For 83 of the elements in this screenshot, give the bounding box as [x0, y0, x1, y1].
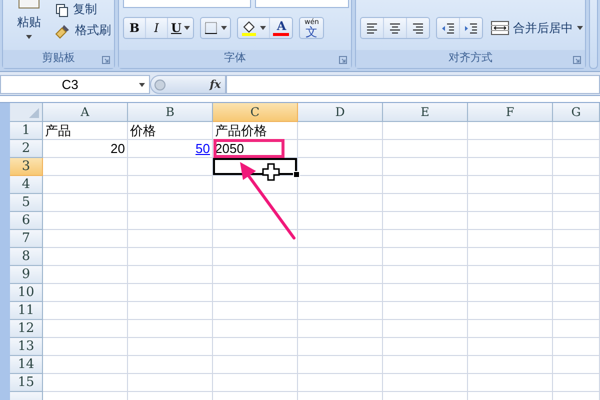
name-box[interactable]: C3	[0, 75, 150, 94]
table-cell: 20	[43, 140, 128, 158]
circle-handle-icon[interactable]	[154, 78, 166, 90]
insert-function-button[interactable]: fx	[210, 78, 221, 91]
row-header[interactable]: 10	[10, 284, 43, 302]
column-header[interactable]: E	[383, 103, 468, 122]
table-cell	[553, 212, 600, 230]
row-header[interactable]: 13	[10, 338, 43, 356]
row-header[interactable]: 7	[10, 230, 43, 248]
table-cell	[553, 302, 600, 320]
table-cell	[553, 374, 600, 392]
caret-icon	[221, 26, 228, 30]
column-header[interactable]: D	[298, 103, 383, 122]
caret-icon	[577, 26, 583, 30]
formula-field[interactable]	[226, 75, 600, 94]
merge-cells-icon	[491, 21, 509, 35]
row-header[interactable]: 12	[10, 320, 43, 338]
table-cell: 2050	[213, 140, 298, 158]
row-header[interactable]: 15	[10, 374, 43, 392]
fill-handle[interactable]	[293, 171, 300, 178]
row-header[interactable]: 8	[10, 248, 43, 266]
table-cell	[553, 248, 600, 266]
border-icon	[204, 21, 218, 35]
table-cell: 产品价格	[213, 122, 298, 140]
cursor-cross-icon	[262, 163, 280, 181]
table-cell: 价格	[128, 122, 213, 140]
triangle-icon	[29, 108, 39, 118]
copy-icon	[55, 2, 69, 16]
caret-icon	[184, 26, 190, 30]
row-header[interactable]: 3	[10, 158, 43, 176]
column-header[interactable]: C	[213, 103, 298, 122]
select-all-corner[interactable]	[10, 103, 43, 122]
table-cell	[553, 140, 600, 158]
clipboard-icon	[17, 0, 41, 10]
column-header[interactable]: A	[43, 103, 128, 122]
dialog-launcher-icon[interactable]	[573, 56, 581, 64]
row-header[interactable]: 11	[10, 302, 43, 320]
character-label: 文	[306, 26, 318, 38]
highlight-box	[214, 139, 284, 158]
table-cell	[553, 266, 600, 284]
row-header[interactable]: 14	[10, 356, 43, 374]
table-cell	[553, 320, 600, 338]
table-cell	[553, 158, 600, 176]
caret-icon	[260, 26, 266, 30]
group-label: 剪贴板	[3, 50, 114, 68]
font-name-field[interactable]	[123, 0, 251, 8]
caret-icon	[26, 35, 32, 39]
table-cell	[553, 356, 600, 374]
row-header[interactable]: 9	[10, 266, 43, 284]
group-label: 字体	[119, 50, 351, 68]
table-cell: 产品	[43, 122, 128, 140]
row-header[interactable]: 5	[10, 194, 43, 212]
column-header[interactable]: F	[468, 103, 553, 122]
copy-button[interactable]: 复制	[55, 1, 111, 18]
dialog-launcher-icon[interactable]	[102, 56, 110, 64]
merge-center-button[interactable]: 合并后居中	[489, 18, 585, 38]
font-color-button[interactable]: A	[270, 18, 292, 38]
table-cell	[553, 122, 600, 140]
column-header[interactable]: G	[553, 103, 600, 122]
paintbrush-icon	[55, 22, 71, 38]
underline-button[interactable]: U	[168, 18, 194, 38]
ribbon-group	[589, 0, 598, 69]
dialog-launcher-icon[interactable]	[339, 56, 347, 64]
row-header[interactable]: 4	[10, 176, 43, 194]
table-cell	[553, 284, 600, 302]
format-painter-button[interactable]: 格式刷	[55, 22, 111, 39]
paint-bucket-icon	[241, 20, 258, 36]
table-cell	[553, 194, 600, 212]
paste-button[interactable]: 粘贴	[9, 0, 49, 50]
row-header[interactable]: 6	[10, 212, 43, 230]
column-header[interactable]: B	[128, 103, 213, 122]
font-size-field[interactable]	[255, 0, 349, 8]
color-bar-icon	[273, 33, 290, 36]
group-label: 对齐方式	[356, 50, 585, 68]
table-cell	[553, 176, 600, 194]
hyperlink-cell[interactable]: 50	[128, 140, 213, 158]
row-header[interactable]: 2	[10, 140, 43, 158]
table-cell	[553, 230, 600, 248]
table-cell	[553, 338, 600, 356]
caret-icon	[139, 82, 145, 86]
row-header[interactable]: 1	[10, 122, 43, 140]
italic-button[interactable]: I	[146, 18, 168, 38]
bold-button[interactable]: B	[124, 18, 146, 38]
